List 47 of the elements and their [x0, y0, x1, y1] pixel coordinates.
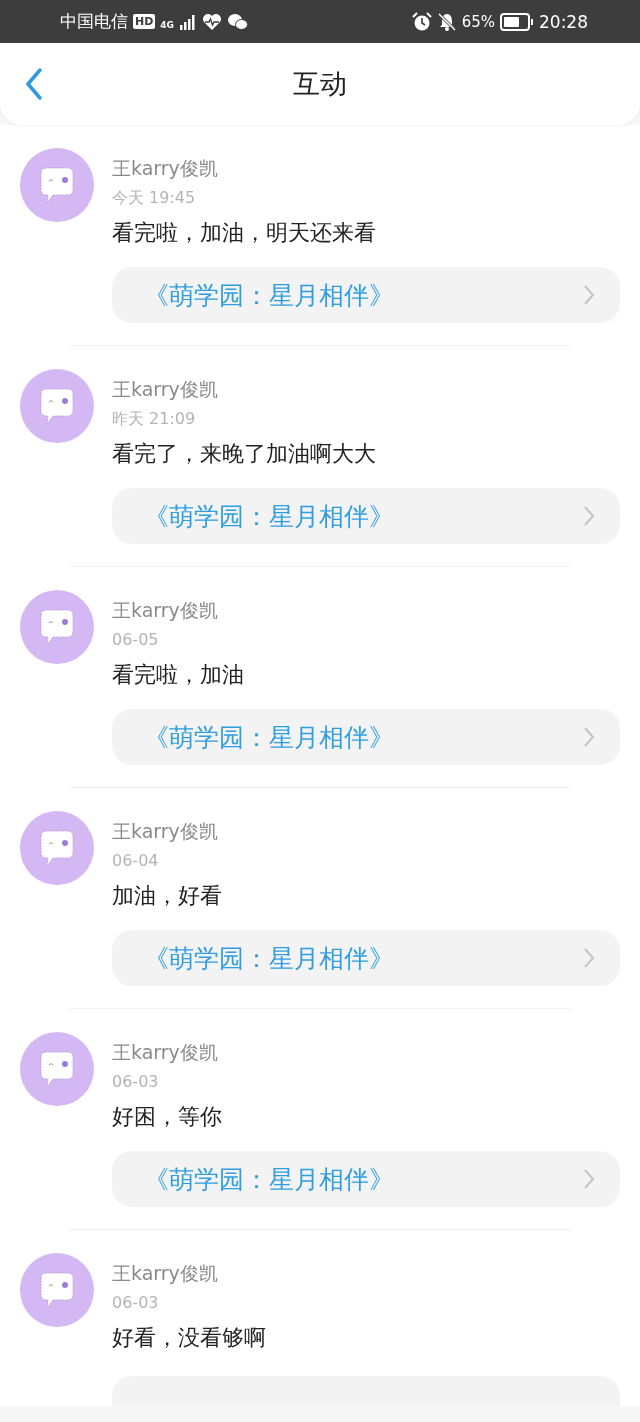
user-name: 王karry俊凯 [112, 156, 218, 180]
comment-text: 加油，好看 [112, 882, 222, 910]
comment-time: 昨天 21:09 [112, 408, 196, 430]
comment-text: 看完了，来晚了加油啊大大 [112, 440, 376, 468]
avatar-icon[interactable] [20, 1253, 94, 1327]
comment-text: 看完啦，加油，明天还来看 [112, 219, 376, 247]
avatar-icon[interactable] [20, 590, 94, 664]
avatar-icon[interactable] [20, 148, 94, 222]
muted-bell-icon [436, 11, 457, 32]
chevron-right-icon [582, 1167, 596, 1191]
chat-bubbles-icon [227, 12, 249, 31]
avatar-icon[interactable] [20, 811, 94, 885]
book-link-card[interactable]: 《萌学园：星月相伴》 [112, 488, 620, 544]
comment-text: 好困，等你 [112, 1103, 222, 1131]
user-name: 王karry俊凯 [112, 377, 218, 401]
user-name: 王karry俊凯 [112, 598, 218, 622]
user-name: 王karry俊凯 [112, 819, 218, 843]
page-title: 互动 [293, 67, 347, 101]
comment-time: 06-03 [112, 1071, 159, 1093]
book-link-card[interactable]: 《萌学园：星月相伴》 [112, 930, 620, 986]
book-link-card[interactable]: 《萌学园：星月相伴》 [112, 709, 620, 765]
comment-time: 06-03 [112, 1292, 159, 1314]
chevron-right-icon [582, 946, 596, 970]
comment-text: 好看，没看够啊 [112, 1324, 266, 1352]
comment-text: 看完啦，加油 [112, 661, 244, 689]
chevron-right-icon [582, 504, 596, 528]
chevron-right-icon [582, 725, 596, 749]
back-icon[interactable] [24, 68, 44, 100]
battery-icon [500, 12, 534, 31]
network-type: 4G [160, 20, 174, 30]
carrier-name: 中国电信 [60, 10, 128, 33]
user-name: 王karry俊凯 [112, 1261, 218, 1285]
book-link-card[interactable]: 《萌学园：星月相伴》 [112, 1151, 620, 1207]
battery-percent: 65% [461, 12, 495, 31]
alarm-icon [411, 11, 432, 32]
avatar-icon[interactable] [20, 1032, 94, 1106]
user-name: 王karry俊凯 [112, 1040, 218, 1064]
heart-icon [202, 12, 222, 31]
book-link-card[interactable]: 《萌学园：星月相伴》 [112, 267, 620, 323]
avatar-icon[interactable] [20, 369, 94, 443]
chevron-right-icon [582, 283, 596, 307]
comment-time: 06-05 [112, 629, 159, 651]
clock-time: 20:28 [539, 11, 588, 32]
signal-icon [179, 12, 197, 31]
hd-badge: HD [133, 14, 156, 29]
comment-time: 06-04 [112, 850, 159, 872]
comment-time: 今天 19:45 [112, 187, 196, 209]
